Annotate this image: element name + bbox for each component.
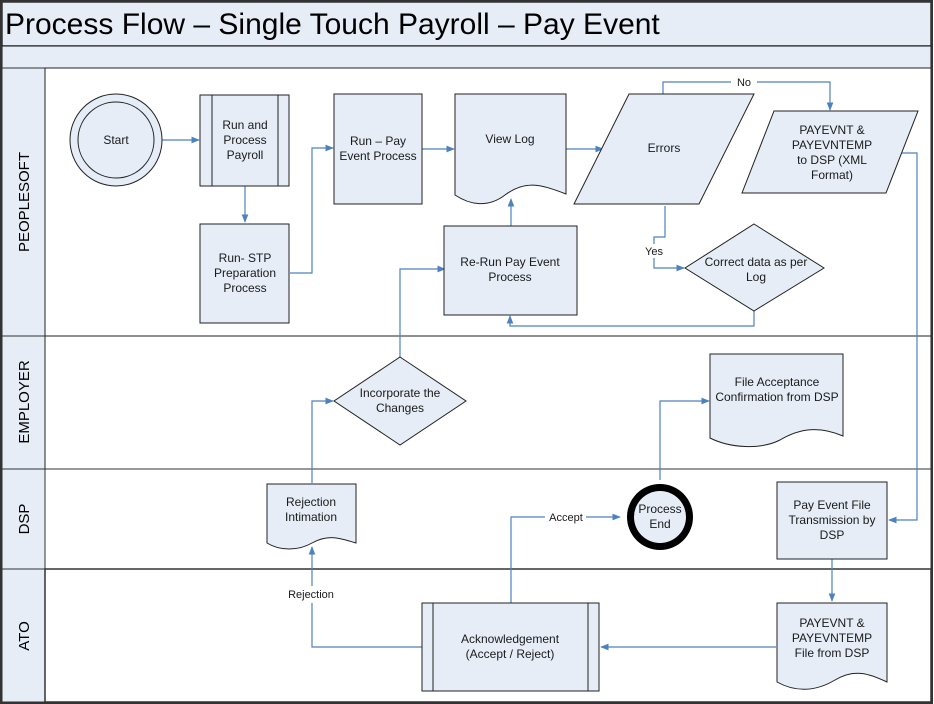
node-label-line: to DSP (XML	[797, 153, 867, 167]
node-view-log[interactable]: View Log	[454, 93, 567, 205]
node-label-line: Run – Pay	[350, 134, 406, 148]
node-label-line: Run and	[222, 118, 267, 132]
subtitle-band	[1, 45, 932, 69]
node-label-line: Process	[488, 270, 531, 284]
lane-label-dsp: DSP	[16, 504, 33, 535]
node-run-stp-prep[interactable]: Run- STP Preparation Process	[199, 223, 290, 324]
node-label-line: PAYEVNTEMP	[792, 138, 872, 152]
lane-label-peoplesoft: PEOPLESOFT	[16, 152, 33, 252]
lane-label-ato: ATO	[16, 621, 33, 650]
edge-label-accept: Accept	[549, 512, 583, 524]
node-label-line: Confirmation from DSP	[715, 390, 838, 404]
edge-label-yes: Yes	[645, 246, 663, 258]
node-label-line: DSP	[820, 528, 845, 542]
node-label-line: Run- STP	[219, 251, 272, 265]
node-rejection-intimation[interactable]: Rejection Intimation	[266, 483, 357, 550]
node-label-line: (Accept / Reject)	[466, 647, 555, 661]
lane-label-employer: EMPLOYER	[16, 360, 33, 444]
page-title: Process Flow – Single Touch Payroll – Pa…	[5, 8, 660, 41]
node-label-line: Errors	[648, 141, 681, 155]
node-run-process-payroll[interactable]: Run and Process Payroll	[199, 94, 290, 187]
node-start-label: Start	[103, 133, 129, 147]
process-flow-diagram: Process Flow – Single Touch Payroll – Pa…	[0, 0, 933, 704]
node-label-line: Pay Event File	[793, 498, 871, 512]
node-label-line: Process	[638, 502, 681, 516]
node-label-line: Correct data as per	[705, 255, 808, 269]
node-label-line: Payroll	[227, 148, 264, 162]
node-label-line: Preparation	[214, 266, 276, 280]
node-label-line: File Acceptance	[735, 375, 820, 389]
edge-label-rejection: Rejection	[288, 589, 334, 601]
node-label-line: PAYEVNT &	[799, 616, 864, 630]
node-label-line: Acknowledgement	[461, 632, 560, 646]
node-label-line: Process	[223, 281, 266, 295]
node-label-line: File from DSP	[795, 646, 870, 660]
node-label-line: Changes	[376, 401, 424, 415]
node-label-line: Rejection	[286, 495, 336, 509]
node-label-line: Event Process	[339, 149, 416, 163]
node-label-line: Intimation	[285, 510, 337, 524]
node-label-line: View Log	[485, 132, 534, 146]
node-run-pay-event[interactable]: Run – Pay Event Process	[333, 93, 423, 205]
node-label-line: PAYEVNTEMP	[792, 631, 872, 645]
node-pay-event-transmission[interactable]: Pay Event File Transmission by DSP	[776, 481, 888, 560]
node-label-line: Incorporate the	[360, 386, 441, 400]
edge-label-no: No	[737, 77, 751, 89]
node-label-line: Process	[223, 133, 266, 147]
node-rerun-pay-event[interactable]: Re-Run Pay Event Process	[443, 225, 578, 316]
node-label-line: Re-Run Pay Event	[460, 255, 560, 269]
node-label-line: Log	[746, 270, 766, 284]
node-process-end[interactable]: Process End	[627, 484, 693, 550]
node-start[interactable]: Start	[69, 93, 163, 187]
node-label-line: PAYEVNT &	[799, 123, 864, 137]
node-label-line: Format)	[811, 168, 853, 182]
node-acknowledgement[interactable]: Acknowledgement (Accept / Reject)	[421, 602, 600, 692]
node-label-line: Transmission by	[789, 513, 876, 527]
node-label-line: End	[649, 517, 670, 531]
